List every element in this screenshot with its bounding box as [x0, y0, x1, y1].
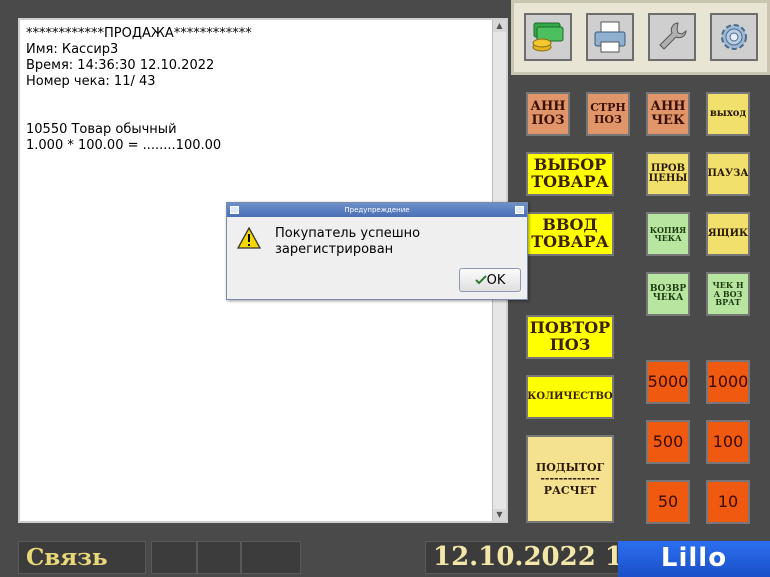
check-prices-button[interactable]: ПРОВ ЦЕНЫ	[646, 152, 690, 196]
ok-button[interactable]: OK	[459, 268, 521, 292]
denomination-50-button[interactable]: 50	[646, 480, 690, 524]
status-cell	[197, 541, 241, 574]
checkmark-icon	[474, 275, 487, 285]
denomination-500-button[interactable]: 500	[646, 420, 690, 464]
wrench-icon	[659, 22, 687, 50]
ok-label: OK	[486, 272, 506, 288]
scroll-up-icon[interactable]: ▲	[493, 20, 506, 32]
receipt-copy-button[interactable]: КОПИЯ ЧЕКА	[646, 212, 690, 256]
status-cell	[151, 541, 197, 574]
subtotal-payment-button[interactable]: ПОДЫТОГ ------------- РАСЧЕТ	[526, 435, 614, 523]
cash-drawer-button[interactable]: ЯЩИК	[706, 212, 750, 256]
lillo-logo: Lillo	[618, 541, 770, 577]
enter-goods-button[interactable]: ВВОД ТОВАРА	[526, 212, 614, 256]
money-icon	[532, 22, 564, 52]
select-goods-button[interactable]: ВЫБОР ТОВАРА	[526, 152, 614, 196]
refund-receipt-button[interactable]: ЧЕК Н А ВОЗ ВРАТ	[706, 272, 750, 316]
gear-icon	[721, 24, 747, 50]
exit-button[interactable]: выход	[706, 92, 750, 136]
dialog-message: Покупатель успешно зарегистрирован	[275, 226, 421, 257]
printer-icon	[594, 21, 626, 53]
scroll-down-icon[interactable]: ▼	[493, 509, 506, 521]
cancel-position-button[interactable]: АНН ПОЗ	[526, 92, 570, 136]
money-button[interactable]	[524, 13, 572, 61]
top-toolbar	[511, 0, 770, 75]
warning-icon	[237, 227, 261, 249]
datetime-display: 12.10.2022 1	[425, 541, 625, 574]
cancel-receipt-button[interactable]: АНН ЧЕК	[646, 92, 690, 136]
dialog-title-bar[interactable]: Предупреждение	[227, 203, 527, 217]
denomination-10-button[interactable]: 10	[706, 480, 750, 524]
pause-button[interactable]: ПАУЗА	[706, 152, 750, 196]
gear-button[interactable]	[710, 13, 758, 61]
dialog-title: Предупреждение	[344, 206, 410, 214]
denomination-1000-button[interactable]: 1000	[706, 360, 750, 404]
reverse-position-button[interactable]: СТРН ПОЗ	[586, 92, 630, 136]
repeat-position-button[interactable]: ПОВТОР ПОЗ	[526, 315, 614, 359]
window-menu-icon[interactable]	[230, 206, 239, 214]
settings-tools-button[interactable]	[648, 13, 696, 61]
quantity-button[interactable]: КОЛИЧЕСТВО	[526, 375, 614, 419]
close-icon[interactable]	[515, 206, 524, 214]
printer-button[interactable]	[586, 13, 634, 61]
status-cell	[241, 541, 301, 574]
denomination-100-button[interactable]: 100	[706, 420, 750, 464]
receipt-text: ************ПРОДАЖА************ Имя: Кас…	[26, 26, 252, 153]
warning-dialog: Предупреждение Покупатель успешно зареги…	[226, 202, 528, 300]
return-receipt-button[interactable]: ВОЗВР ЧЕКА	[646, 272, 690, 316]
connection-status: Связь	[18, 541, 146, 574]
denomination-5000-button[interactable]: 5000	[646, 360, 690, 404]
